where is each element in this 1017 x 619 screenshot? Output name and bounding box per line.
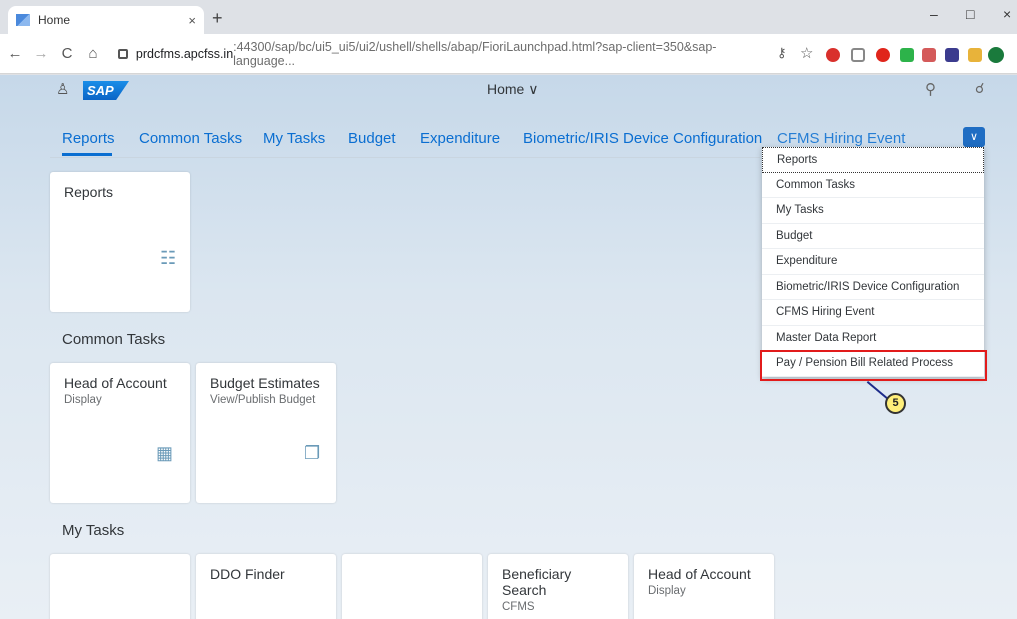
step-callout: 5 bbox=[885, 393, 906, 414]
tile-reports[interactable]: Reports ☷ bbox=[50, 172, 190, 312]
home-icon[interactable]: ⌂ bbox=[82, 45, 104, 62]
evernote-icon[interactable] bbox=[900, 48, 914, 62]
anchor-active-indicator bbox=[62, 153, 112, 156]
address-bar[interactable]: prdcfms.apcfss.in:44300/sap/bc/ui5_ui5/u… bbox=[118, 40, 768, 68]
bookmark-star-icon[interactable]: ☆ bbox=[800, 44, 813, 62]
browser-tab-home[interactable]: Home × bbox=[8, 6, 204, 34]
url-path: :44300/sap/bc/ui5_ui5/ui2/ushell/shells/… bbox=[233, 40, 717, 68]
group-title-my-tasks: My Tasks bbox=[62, 522, 125, 539]
highlight-box bbox=[760, 350, 987, 381]
search-icon[interactable]: ⚲ bbox=[925, 80, 936, 98]
overflow-item-budget[interactable]: Budget bbox=[762, 224, 984, 249]
tile-title: DDO Finder bbox=[210, 566, 285, 582]
overflow-item-master-data[interactable]: Master Data Report bbox=[762, 326, 984, 351]
window-close-button[interactable]: × bbox=[1003, 6, 1011, 22]
anchor-item-expenditure[interactable]: Expenditure bbox=[420, 130, 500, 147]
overflow-item-expenditure[interactable]: Expenditure bbox=[762, 249, 984, 275]
tile-subtitle: Display bbox=[648, 585, 686, 597]
shell-title[interactable]: Home ∨ bbox=[487, 81, 538, 98]
user-icon[interactable]: ♙ bbox=[56, 80, 69, 98]
anchor-item-budget[interactable]: Budget bbox=[348, 130, 396, 147]
tile-head-of-account[interactable]: Head of Account Display ▦ bbox=[50, 363, 190, 503]
group-title-common-tasks: Common Tasks bbox=[62, 331, 166, 348]
calendar-search-icon: ▦ bbox=[156, 443, 174, 463]
tile-my-task-3[interactable] bbox=[342, 554, 482, 619]
tile-ddo-finder[interactable]: DDO Finder bbox=[196, 554, 336, 619]
anchor-item-cfms-hiring[interactable]: CFMS Hiring Event bbox=[777, 130, 922, 147]
extension-icon[interactable] bbox=[945, 48, 959, 62]
profile-avatar[interactable] bbox=[988, 47, 1004, 63]
tile-my-task-1[interactable] bbox=[50, 554, 190, 619]
browser-tabstrip: Home × + – □ × bbox=[0, 0, 1017, 34]
tile-head-of-account-2[interactable]: Head of Account Display bbox=[634, 554, 774, 619]
clipboard-icon: ☷ bbox=[160, 248, 177, 268]
sap-logo: SAP bbox=[83, 81, 129, 100]
reload-icon[interactable]: C bbox=[56, 45, 78, 62]
anchor-item-biometric[interactable]: Biometric/IRIS Device Configuration bbox=[523, 130, 762, 147]
adblock-icon[interactable] bbox=[826, 48, 840, 62]
favicon-icon bbox=[16, 14, 30, 26]
anchor-overflow-button[interactable]: ∨ bbox=[963, 127, 985, 147]
tile-subtitle: View/Publish Budget bbox=[210, 394, 316, 406]
anchor-item-my-tasks[interactable]: My Tasks bbox=[263, 130, 325, 147]
tab-close-icon[interactable]: × bbox=[188, 13, 196, 28]
anchor-item-common-tasks[interactable]: Common Tasks bbox=[139, 130, 242, 147]
tile-title: Beneficiary Search bbox=[502, 566, 572, 598]
forward-icon[interactable]: → bbox=[30, 45, 52, 62]
anchor-overflow-list: Reports Common Tasks My Tasks Budget Exp… bbox=[762, 147, 984, 377]
drive-icon[interactable] bbox=[968, 48, 982, 62]
tab-title: Home bbox=[38, 13, 71, 27]
back-icon[interactable]: ← bbox=[4, 45, 26, 62]
tile-title: Budget Estimates bbox=[210, 375, 320, 391]
overflow-item-my-tasks[interactable]: My Tasks bbox=[762, 198, 984, 224]
overflow-item-common-tasks[interactable]: Common Tasks bbox=[762, 173, 984, 198]
key-icon[interactable]: ⚷ bbox=[777, 45, 787, 61]
overflow-item-cfms-hiring[interactable]: CFMS Hiring Event bbox=[762, 300, 984, 326]
tile-budget-estimates[interactable]: Budget Estimates View/Publish Budget ❐ bbox=[196, 363, 336, 503]
document-icon: ❐ bbox=[304, 443, 321, 463]
overflow-item-biometric[interactable]: Biometric/IRIS Device Configuration bbox=[762, 275, 984, 300]
tile-subtitle: CFMS bbox=[502, 601, 535, 613]
shell-bar: ♙ SAP Home ∨ ⚲ ☌ bbox=[0, 75, 1017, 105]
browser-toolbar: ← → C ⌂ prdcfms.apcfss.in:44300/sap/bc/u… bbox=[0, 34, 1017, 74]
tile-title: Head of Account bbox=[64, 375, 167, 391]
tile-title: Head of Account bbox=[648, 566, 751, 582]
tile-title: Reports bbox=[64, 184, 114, 200]
anchor-divider bbox=[50, 157, 760, 158]
notifications-icon[interactable]: ☌ bbox=[975, 80, 984, 97]
url-host: prdcfms.apcfss.in bbox=[135, 47, 234, 61]
opera-icon[interactable] bbox=[876, 48, 890, 62]
anchor-item-reports[interactable]: Reports bbox=[62, 130, 115, 147]
tile-beneficiary-search[interactable]: Beneficiary Search CFMS bbox=[488, 554, 628, 619]
minimize-button[interactable]: – bbox=[930, 6, 938, 22]
pdf-icon[interactable] bbox=[922, 48, 936, 62]
lock-icon bbox=[118, 49, 128, 59]
tile-subtitle: Display bbox=[64, 394, 102, 406]
overflow-item-reports[interactable]: Reports bbox=[762, 147, 984, 173]
pocket-icon[interactable] bbox=[851, 48, 865, 62]
maximize-button[interactable]: □ bbox=[966, 6, 974, 22]
new-tab-button[interactable]: + bbox=[212, 8, 223, 29]
